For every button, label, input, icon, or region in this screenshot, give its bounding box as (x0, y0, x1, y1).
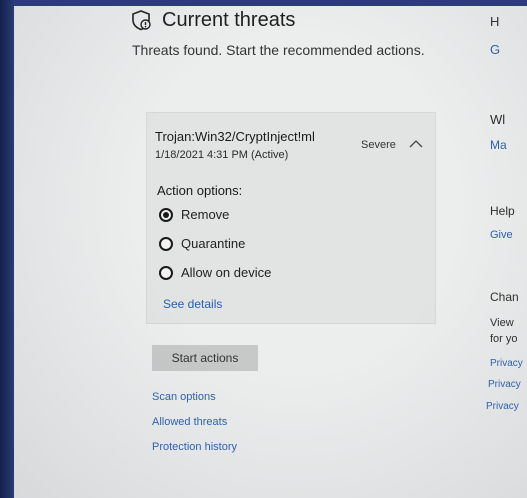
threats-header: Current threats (130, 8, 295, 32)
page-title: Current threats (162, 8, 296, 31)
radio-allow-on-device[interactable]: Allow on device (159, 265, 271, 280)
windows-security-window: Current threats Threats found. Start the… (14, 6, 527, 498)
right-link-ma[interactable]: Ma (490, 138, 507, 152)
protection-history-link[interactable]: Protection history (152, 441, 237, 453)
threat-date: 1/18/2021 4:31 PM (Active) (155, 149, 289, 161)
page-subtitle: Threats found. Start the recommended act… (132, 42, 425, 58)
radio-label: Allow on device (181, 265, 272, 280)
radio-button[interactable] (159, 265, 173, 280)
allowed-threats-link[interactable]: Allowed threats (152, 416, 227, 428)
monitor-bezel-left (0, 0, 14, 498)
right-text-for-yo: for yo (490, 333, 518, 345)
threat-severity: Severe (361, 139, 396, 151)
action-options-label: Action options: (157, 183, 243, 198)
see-details-link[interactable]: See details (163, 297, 222, 311)
radio-remove[interactable]: Remove (159, 207, 229, 222)
chevron-up-icon[interactable] (409, 136, 423, 148)
radio-button[interactable] (159, 236, 173, 251)
right-heading-h: H (490, 14, 500, 29)
radio-label: Quarantine (181, 236, 246, 251)
threat-name: Trojan:Win32/CryptInject!ml (155, 129, 315, 144)
scan-options-link[interactable]: Scan options (152, 391, 216, 403)
right-link-give[interactable]: Give (490, 229, 513, 241)
start-actions-button[interactable]: Start actions (152, 345, 258, 371)
radio-button[interactable] (159, 207, 173, 222)
threat-card: Trojan:Win32/CryptInject!ml 1/18/2021 4:… (146, 112, 436, 324)
right-heading-help: Help (490, 204, 515, 218)
shield-warning-icon (130, 9, 152, 31)
right-link-privacy-1[interactable]: Privacy (490, 358, 523, 369)
right-heading-chan: Chan (490, 290, 519, 304)
radio-label: Remove (181, 207, 230, 222)
right-link-privacy-2[interactable]: Privacy (488, 379, 521, 390)
radio-quarantine[interactable]: Quarantine (159, 236, 245, 251)
right-heading-wl: Wl (490, 112, 506, 127)
right-link-privacy-3[interactable]: Privacy (486, 401, 519, 412)
right-link-g[interactable]: G (490, 42, 500, 57)
right-text-view: View (490, 317, 514, 329)
